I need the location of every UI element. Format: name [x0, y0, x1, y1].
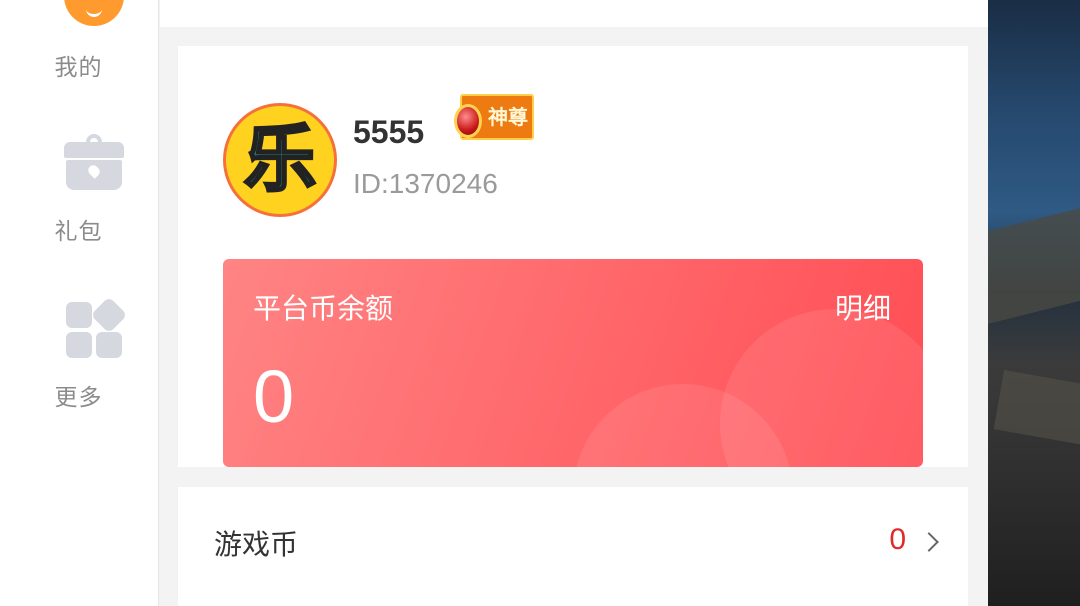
game-coin-label: 游戏币 [214, 528, 299, 561]
game-coin-value: 0 [889, 523, 906, 556]
game-coin-row[interactable]: 游戏币 0 [178, 487, 968, 600]
user-id: ID:1370246 [353, 168, 498, 199]
sidebar-item-label: 礼包 [54, 219, 103, 245]
more-icon [64, 296, 128, 360]
sidebar-item-label: 更多 [54, 385, 103, 411]
avatar-glyph: 乐 [242, 116, 317, 203]
balance-detail-link[interactable]: 明细 [835, 287, 891, 327]
balance-card: 平台币余额 明细 0 [223, 259, 923, 467]
next-row [178, 600, 968, 606]
vip-gem-icon [454, 104, 482, 138]
gift-icon [64, 134, 124, 194]
profile-card: 乐 5555 神尊 ID:1370246 平台币余额 明细 0 [178, 46, 968, 467]
sidebar-item-mine[interactable]: 我的 [0, 0, 159, 100]
sidebar-item-gift[interactable]: 礼包 [0, 130, 159, 250]
balance-title: 平台币余额 [253, 292, 394, 325]
top-panel [160, 0, 988, 27]
sidebar-item-label: 我的 [54, 55, 103, 81]
username: 5555 [353, 114, 425, 150]
profile-icon [64, 0, 124, 26]
sidebar-item-more[interactable]: 更多 [0, 296, 159, 416]
balance-value: 0 [253, 355, 295, 438]
chevron-right-icon [919, 532, 939, 552]
avatar[interactable]: 乐 [223, 103, 337, 217]
game-background [988, 0, 1080, 606]
sidebar: 我的 礼包 更多 [0, 0, 159, 606]
decor-circle [720, 309, 923, 467]
